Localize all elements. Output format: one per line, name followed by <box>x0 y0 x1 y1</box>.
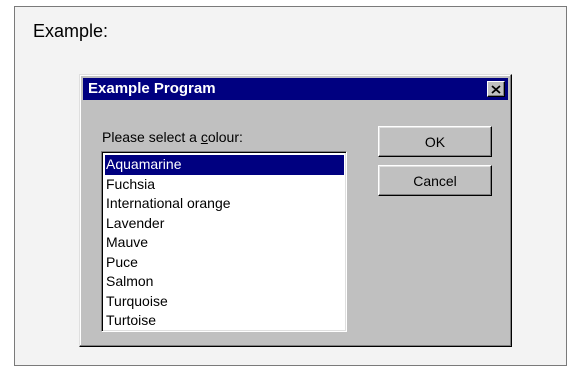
list-item[interactable]: Salmon <box>105 272 344 292</box>
list-item[interactable]: Aquamarine <box>105 155 344 175</box>
list-item[interactable]: Turquoise <box>105 292 344 312</box>
cancel-button[interactable]: Cancel <box>378 165 492 196</box>
dialog-titlebar[interactable]: Example Program <box>83 78 508 100</box>
list-item[interactable]: Fuchsia <box>105 175 344 195</box>
list-item[interactable]: Mauve <box>105 233 344 253</box>
example-label: Example: <box>33 21 109 41</box>
dialog-title: Example Program <box>88 80 216 97</box>
list-item[interactable]: International orange <box>105 194 344 214</box>
example-frame: Example: Example Program Please select a… <box>14 6 567 366</box>
list-item[interactable]: Lavender <box>105 214 344 234</box>
close-icon <box>491 84 501 94</box>
close-button[interactable] <box>487 81 505 97</box>
prompt-accelerator: c <box>200 129 208 145</box>
colour-prompt: Please select a colour: <box>102 129 243 145</box>
prompt-text-start: Please select a <box>102 129 201 145</box>
prompt-text-end: olour: <box>207 129 243 145</box>
list-item[interactable]: Turtoise <box>105 311 344 331</box>
colour-listbox[interactable]: Aquamarine Fuchsia International orange Lav… <box>101 151 347 332</box>
list-item[interactable]: Puce <box>105 253 344 273</box>
dialog-window: Example Program Please select a colour: … <box>79 74 512 347</box>
ok-button[interactable]: OK <box>378 126 492 157</box>
